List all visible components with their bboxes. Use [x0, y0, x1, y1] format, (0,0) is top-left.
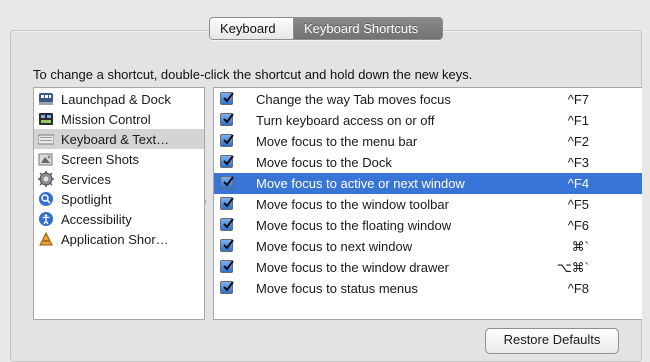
shortcut-key[interactable]: ^F7 — [568, 92, 589, 107]
category-label: Launchpad & Dock — [61, 91, 171, 107]
shortcut-name: Change the way Tab moves focus — [256, 92, 451, 107]
shortcut-key[interactable]: ^F4 — [568, 176, 589, 191]
instructions-text: To change a shortcut, double-click the s… — [33, 67, 473, 82]
category-label: Mission Control — [61, 111, 151, 127]
shortcut-checkbox[interactable] — [220, 155, 234, 168]
gear-icon — [38, 171, 54, 187]
shortcut-key[interactable]: ^F6 — [568, 218, 589, 233]
shortcut-row[interactable]: Move focus to next window ⌘` — [214, 236, 642, 257]
shortcut-checkbox[interactable] — [220, 176, 234, 189]
shortcut-name: Move focus to status menus — [256, 281, 418, 296]
shortcut-key[interactable]: ^F8 — [568, 281, 589, 296]
mission-control-icon — [38, 111, 54, 127]
shortcut-checkbox[interactable] — [220, 113, 234, 126]
shortcut-checkbox[interactable] — [220, 92, 234, 105]
shortcut-key[interactable]: ⌥⌘` — [557, 260, 589, 276]
shortcut-name: Move focus to next window — [256, 239, 413, 254]
category-spotlight[interactable]: Spotlight — [34, 189, 204, 209]
shortcut-checkbox[interactable] — [220, 260, 234, 273]
split-handle[interactable]: ‹ — [204, 197, 210, 206]
shortcut-row[interactable]: Move focus to status menus ^F8 — [214, 278, 642, 299]
shortcut-name: Move focus to active or next window — [256, 176, 465, 191]
launchpad-icon — [38, 91, 54, 107]
category-label: Keyboard & Text… — [61, 131, 170, 147]
keyboard-icon — [37, 131, 55, 147]
category-label: Spotlight — [61, 191, 112, 207]
shortcut-name: Move focus to the Dock — [256, 155, 392, 170]
shortcut-checkbox[interactable] — [220, 134, 234, 147]
shortcut-key[interactable]: ^F5 — [568, 197, 589, 212]
shortcut-checkbox[interactable] — [220, 281, 234, 294]
app-shortcuts-icon — [38, 231, 54, 247]
shortcut-name: Turn keyboard access on or off — [256, 113, 435, 128]
shortcut-row[interactable]: Change the way Tab moves focus ^F7 — [214, 89, 642, 110]
shortcut-checkbox[interactable] — [220, 197, 234, 210]
tab-keyboard-shortcuts[interactable]: Keyboard Shortcuts — [294, 18, 442, 39]
shortcut-key[interactable]: ⌘` — [572, 239, 589, 255]
accessibility-icon — [38, 211, 54, 227]
category-application-shortcuts[interactable]: Application Shor… — [34, 229, 204, 249]
shortcut-row[interactable]: Turn keyboard access on or off ^F1 — [214, 110, 642, 131]
shortcut-row[interactable]: Move focus to the menu bar ^F2 — [214, 131, 642, 152]
category-launchpad-dock[interactable]: Launchpad & Dock — [34, 89, 204, 109]
category-screen-shots[interactable]: Screen Shots — [34, 149, 204, 169]
shortcut-row-selected[interactable]: Move focus to active or next window ^F4 — [214, 173, 642, 194]
shortcut-name: Move focus to the window toolbar — [256, 197, 449, 212]
shortcut-key[interactable]: ^F1 — [568, 113, 589, 128]
category-label: Screen Shots — [61, 151, 140, 167]
shortcut-key[interactable]: ^F3 — [568, 155, 589, 170]
spotlight-icon — [38, 191, 54, 207]
category-mission-control[interactable]: Mission Control — [34, 109, 204, 129]
category-label: Services — [61, 171, 111, 187]
shortcut-key[interactable]: ^F2 — [568, 134, 589, 149]
tab-control: Keyboard Keyboard Shortcuts — [209, 17, 443, 40]
category-keyboard-text[interactable]: Keyboard & Text… — [34, 129, 204, 149]
shortcut-row[interactable]: Move focus to the window drawer ⌥⌘` — [214, 257, 642, 278]
shortcut-name: Move focus to the menu bar — [256, 134, 418, 149]
shortcut-checkbox[interactable] — [220, 218, 234, 231]
shortcut-name: Move focus to the floating window — [256, 218, 452, 233]
shortcut-name: Move focus to the window drawer — [256, 260, 449, 275]
screenshot-icon — [38, 151, 54, 167]
tab-keyboard[interactable]: Keyboard — [210, 18, 294, 39]
shortcut-checkbox[interactable] — [220, 239, 234, 252]
category-list[interactable]: Launchpad & Dock Mission Control Keyboar… — [33, 87, 205, 320]
category-label: Accessibility — [61, 211, 132, 227]
shortcut-list[interactable]: Change the way Tab moves focus ^F7 Turn … — [213, 87, 642, 320]
category-label: Application Shor… — [61, 231, 169, 247]
restore-defaults-button[interactable]: Restore Defaults — [485, 328, 619, 354]
shortcut-row[interactable]: Move focus to the Dock ^F3 — [214, 152, 642, 173]
category-accessibility[interactable]: Accessibility — [34, 209, 204, 229]
shortcut-row[interactable]: Move focus to the floating window ^F6 — [214, 215, 642, 236]
category-services[interactable]: Services — [34, 169, 204, 189]
shortcut-row[interactable]: Move focus to the window toolbar ^F5 — [214, 194, 642, 215]
